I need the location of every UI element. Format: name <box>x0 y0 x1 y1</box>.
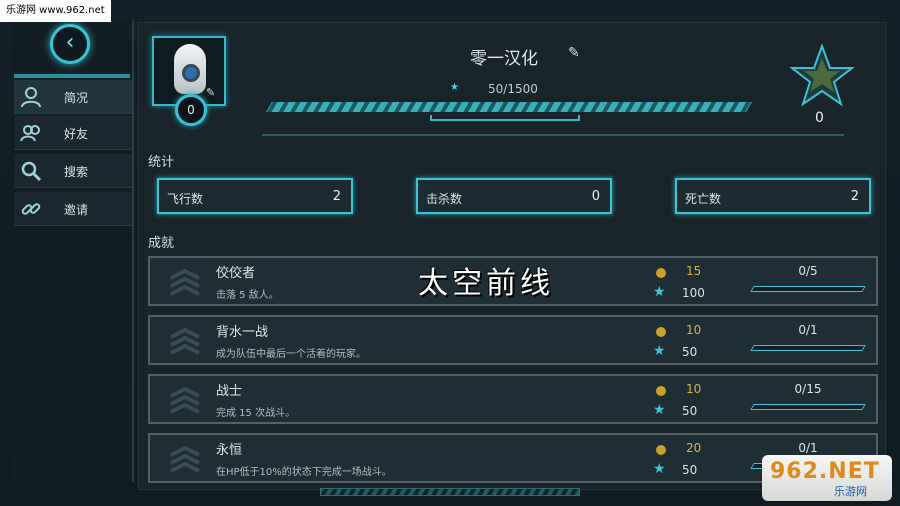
achievement-progress: 0/15 <box>794 382 822 396</box>
coin-reward: 20 <box>686 441 702 455</box>
achievement-progress: 0/5 <box>798 264 818 278</box>
xp-bar <box>266 102 752 112</box>
bottom-deco-bar <box>320 488 580 496</box>
achievement-desc: 成为队伍中最后一个活着的玩家。 <box>216 349 366 360</box>
xp-reward: 100 <box>682 286 705 300</box>
coin-reward: 10 <box>686 323 702 337</box>
stat-box-deaths: 死亡数 2 <box>675 178 871 214</box>
nav-item-invite[interactable]: 邀请 <box>14 192 132 226</box>
nav-item-overview[interactable]: 简况 <box>14 80 132 114</box>
stat-value: 2 <box>332 189 341 204</box>
stat-value: 0 <box>591 189 600 204</box>
coin-icon <box>656 445 666 455</box>
achievement-progress: 0/1 <box>798 441 818 455</box>
back-button[interactable]: ‹ <box>50 24 90 64</box>
achievement-desc: 在HP低于10%的状态下完成一场战斗。 <box>216 467 392 478</box>
star-icon: ★ <box>653 402 666 418</box>
friends-icon <box>20 125 40 142</box>
achievement-name: 战士 <box>216 384 243 399</box>
stat-label: 击杀数 <box>426 192 463 206</box>
search-icon <box>21 161 42 182</box>
stat-value: 2 <box>850 189 859 204</box>
coin-icon <box>656 268 666 278</box>
coin-reward: 15 <box>686 264 702 278</box>
nav-label: 简况 <box>64 91 89 105</box>
rank-star-icon <box>790 44 854 107</box>
progress-bar <box>750 286 866 292</box>
player-name: 零一汉化 <box>470 49 538 69</box>
coin-reward: 10 <box>686 382 702 396</box>
edit-avatar-icon[interactable]: ✎ <box>206 86 220 100</box>
level-badge: 0 <box>175 94 207 126</box>
user-icon <box>21 87 41 108</box>
xp-bar-bracket <box>430 115 580 121</box>
stat-label: 死亡数 <box>685 192 722 206</box>
achievement-desc: 击落 5 敌人。 <box>216 290 279 301</box>
progress-fill <box>751 405 755 409</box>
site-logo: 962.NET 乐游网 <box>762 455 892 501</box>
logo-main-text: 962.NET <box>770 459 880 484</box>
rank-value: 0 <box>815 110 824 126</box>
nav-item-search[interactable]: 搜索 <box>14 154 132 188</box>
progress-bar <box>750 404 866 410</box>
game-title-overlay: 太空前线 <box>418 266 554 301</box>
edit-name-icon[interactable]: ✎ <box>568 45 584 61</box>
coin-icon <box>656 386 666 396</box>
star-icon: ★ <box>653 284 666 300</box>
robot-eye <box>182 64 200 82</box>
site-watermark: 乐游网 www.962.net <box>0 0 111 22</box>
xp-reward: 50 <box>682 404 698 418</box>
chevron-left-icon: ‹ <box>65 30 75 55</box>
achievements-title: 成就 <box>148 236 175 251</box>
xp-reward: 50 <box>682 345 698 359</box>
achievement-name: 永恒 <box>216 443 243 458</box>
rank-chevrons-icon <box>170 327 200 355</box>
xp-text: 50/1500 <box>488 82 538 96</box>
rank-chevrons-icon <box>170 445 200 473</box>
achievement-desc: 完成 15 次战斗。 <box>216 408 296 419</box>
header-divider <box>262 134 844 136</box>
achievement-name: 佼佼者 <box>216 266 256 281</box>
stat-label: 飞行数 <box>167 192 204 206</box>
link-icon <box>21 203 41 215</box>
progress-fill <box>751 464 755 468</box>
nav-label: 好友 <box>64 127 89 141</box>
stat-box-flights: 飞行数 2 <box>157 178 353 214</box>
achievement-row[interactable]: 战士 完成 15 次战斗。 10 ★ 50 0/15 <box>148 374 878 424</box>
nav-label: 搜索 <box>64 165 89 179</box>
coin-icon <box>656 327 666 337</box>
nav-item-friends[interactable]: 好友 <box>14 116 132 150</box>
logo-sub-text: 乐游网 <box>834 485 867 498</box>
rank-chevrons-icon <box>170 268 200 296</box>
progress-fill <box>751 346 755 350</box>
stat-box-kills: 击杀数 0 <box>416 178 612 214</box>
progress-fill <box>751 287 755 291</box>
sidebar-divider <box>14 74 130 78</box>
achievement-name: 背水一战 <box>216 325 269 340</box>
xp-star-icon: ★ <box>450 82 459 93</box>
stats-title: 统计 <box>148 155 175 170</box>
star-icon: ★ <box>653 461 666 477</box>
progress-bar <box>750 345 866 351</box>
achievement-progress: 0/1 <box>798 323 818 337</box>
xp-reward: 50 <box>682 463 698 477</box>
nav-label: 邀请 <box>64 203 89 217</box>
star-icon: ★ <box>653 343 666 359</box>
rank-chevrons-icon <box>170 386 200 414</box>
achievement-row[interactable]: 背水一战 成为队伍中最后一个活着的玩家。 10 ★ 50 0/1 <box>148 315 878 365</box>
